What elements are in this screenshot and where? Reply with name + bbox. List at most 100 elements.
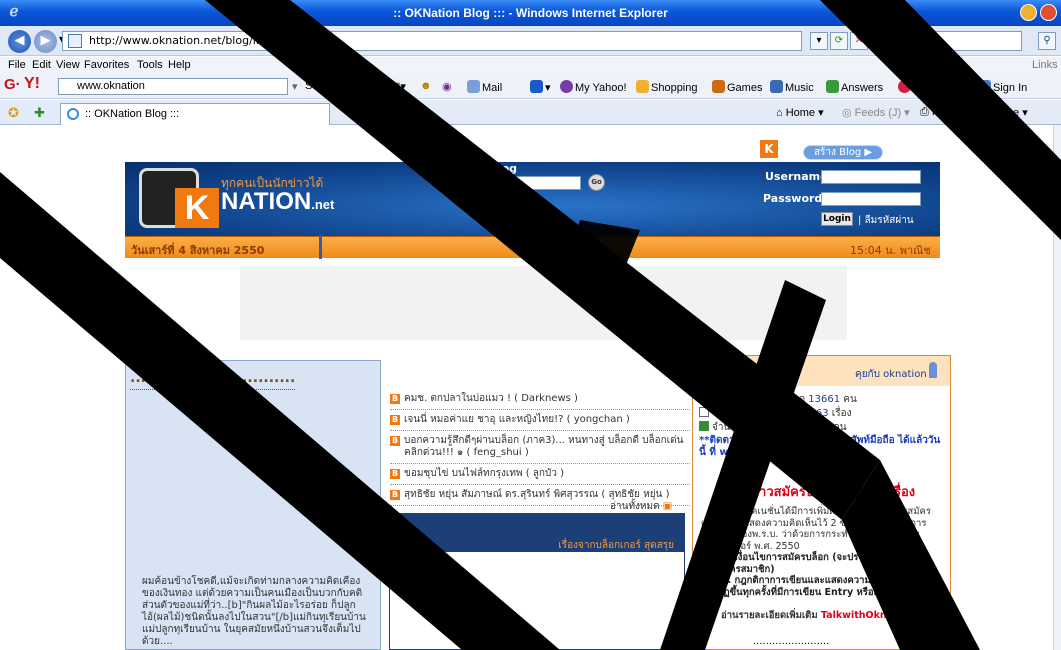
news-title: บอกความรู้สึกดีๆผ่านบล็อก (ภาค3)... หนทา…: [404, 435, 684, 458]
yahoo-search-input[interactable]: www.oknation: [58, 78, 288, 95]
shopping-label: Shopping: [651, 82, 698, 94]
logo-brand-text: NATION: [221, 188, 312, 215]
talkwithoknation-link[interactable]: TalkwithOknation: [821, 610, 914, 621]
list-item[interactable]: B คมช. ตกปลาในบ่อแมว ! ( Darknews ): [390, 393, 690, 410]
list-item[interactable]: B เจนนี่ หมอค่าแย ชาอุ และหญิงไทย!? ( yon…: [390, 414, 690, 431]
dropdown-icon[interactable]: ▾: [292, 80, 298, 93]
my-yahoo-button[interactable]: My Yahoo!: [560, 80, 627, 94]
address-input[interactable]: http://www.oknation.net/blog/index.php: [62, 31, 802, 51]
address-bar-row: ◀ ▶ ▼ http://www.oknation.net/blog/index…: [0, 26, 1061, 56]
search-web-button[interactable]: Search Web: [305, 80, 365, 92]
forgot-password-link[interactable]: | ลืมรหัสผ่าน: [858, 213, 914, 228]
bullet-icon: B: [390, 415, 400, 425]
logo-brand-suffix: .net: [311, 197, 335, 212]
smiley-icon[interactable]: ☻: [420, 80, 432, 92]
heart-icon: [898, 80, 911, 93]
stat-unit: คน: [833, 422, 847, 433]
featured-blog-title[interactable]: .......... เปิดสวน...........: [130, 367, 296, 390]
announcement-intro: โอเคเนชั่นได้มีการเพิ่มเติมกฎกติกาในการส…: [701, 506, 931, 552]
people-icon: [697, 358, 717, 380]
yahoo-logo-icon[interactable]: Y!: [24, 75, 40, 93]
password-input[interactable]: [821, 192, 921, 206]
tab-favicon-icon: [67, 108, 79, 120]
menu-file[interactable]: File: [8, 59, 26, 71]
greeting-box: ทักทาย คุยกับ oknation จำนวนสมาชิกทั้งหม…: [692, 355, 951, 650]
list-item[interactable]: B บอกความรู้สึกดีๆผ่านบล็อก (ภาค3)... หนท…: [390, 435, 690, 464]
more-info-label: อ่านรายละเอียดเพิ่มเติม: [721, 609, 818, 621]
vertical-scrollbar[interactable]: [1053, 125, 1061, 650]
menu-view[interactable]: View: [56, 59, 80, 71]
rule-1: 1. เงื่อนไขการสมัครบล็อก (จะปรากฏอยู่ในข…: [701, 552, 930, 575]
read-all-link[interactable]: อ่านทั้งหมด ▣: [610, 499, 672, 514]
ad-banner[interactable]: [240, 266, 847, 340]
menu-favorites[interactable]: Favorites: [84, 59, 129, 71]
talk-with-oknation-link[interactable]: คุยกับ oknation: [855, 367, 927, 382]
current-time: 15:04 น. พาณิช: [850, 244, 931, 257]
list-item[interactable]: B ขอมชุบไข่ บนไฟล์ทกรุงเทพ ( ลูกบัว ): [390, 468, 690, 485]
plus-button[interactable]: ▾: [530, 80, 551, 94]
music-label: Music: [785, 82, 814, 94]
personals-button[interactable]: Personals: [898, 80, 962, 94]
sign-in-button[interactable]: Sign In: [978, 80, 1027, 94]
window-title: :: OKNation Blog ::: - Windows Internet …: [393, 6, 668, 20]
read-all-icon: ▣: [662, 501, 673, 512]
close-window-button[interactable]: [1040, 4, 1057, 21]
add-favorites-icon[interactable]: ✚: [34, 105, 45, 121]
separator-dots: ........................: [753, 636, 830, 647]
stat-value: 136: [810, 422, 830, 433]
create-blog-button[interactable]: สร้าง Blog ▶: [803, 145, 883, 160]
news-title: เจนนี่ หมอค่าแย ชาอุ และหญิงไทย!? ( yong…: [404, 414, 630, 425]
notes-icon[interactable]: ▤▾: [390, 80, 406, 93]
logo-k-icon: K: [175, 188, 219, 228]
page-label: Page: [993, 107, 1020, 119]
username-input[interactable]: [821, 170, 921, 184]
feeds-button[interactable]: ◎ Feeds (J) ▾: [842, 106, 910, 119]
pencil-icon[interactable]: ✎: [372, 80, 381, 93]
forward-button[interactable]: ▶: [34, 30, 57, 53]
tab-oknation[interactable]: :: OKNation Blog :::: [60, 103, 330, 125]
mail-button[interactable]: Mail: [467, 80, 502, 94]
person-icon: [929, 362, 937, 378]
shopping-button[interactable]: Shopping: [636, 80, 698, 94]
stories-icon: [699, 407, 709, 417]
stat-value: 13661: [808, 394, 841, 405]
home-button[interactable]: ⌂ Home ▾: [776, 106, 824, 119]
shopping-icon: [636, 80, 649, 93]
favorites-star-icon[interactable]: ✪: [8, 105, 19, 121]
answers-button[interactable]: Answers: [826, 80, 883, 94]
search-blog-go-button[interactable]: Go: [588, 174, 605, 191]
print-button[interactable]: ⎙ Print ▾: [920, 106, 962, 119]
date-bar: วันเสาร์ที่ 4 สิงหาคม 2550 15:04 น. พาณิ…: [125, 235, 940, 259]
stat-value: 73363: [796, 408, 829, 419]
menu-help[interactable]: Help: [168, 59, 191, 71]
music-button[interactable]: Music: [770, 80, 814, 94]
search-go-icon[interactable]: ⚲: [1038, 32, 1056, 50]
read-all-label: อ่านทั้งหมด: [610, 501, 660, 512]
menu-tools[interactable]: Tools: [137, 59, 163, 71]
logo-brand[interactable]: NATION.net: [221, 188, 334, 216]
antispy-icon[interactable]: ◉: [442, 80, 452, 93]
yahoo-toolbar: G· Y! www.oknation ▾ Search Web ✎ ▤▾ ☻ ◉…: [0, 74, 1061, 99]
login-button[interactable]: Login: [821, 212, 853, 226]
stat-label: จำนวนสมาชิกทั้งหมด: [712, 394, 806, 405]
home-label: Home: [785, 107, 816, 119]
bullet-icon: B: [390, 469, 400, 479]
page-menu-button[interactable]: ▣ Page ▾: [980, 106, 1028, 119]
news-list: B คมช. ตกปลาในบ่อแมว ! ( Darknews ) B เจนน…: [390, 393, 690, 510]
minimize-button[interactable]: [1020, 4, 1037, 21]
links-label[interactable]: Links: [1032, 59, 1058, 71]
greeting-header: ทักทาย คุยกับ oknation: [693, 356, 950, 386]
search-blog-input[interactable]: [441, 176, 581, 190]
refresh-button[interactable]: ⟳: [830, 32, 848, 50]
back-button[interactable]: ◀: [8, 30, 31, 53]
stat-online: จำนวนสมาชิก online 136 คน: [699, 420, 847, 435]
menu-bar: File Edit View Favorites Tools Help Link…: [0, 57, 1061, 74]
games-button[interactable]: Games: [712, 80, 762, 94]
address-dropdown-button[interactable]: ▾: [810, 32, 828, 50]
address-url: http://www.oknation.net/blog/index.php: [89, 34, 308, 47]
menu-edit[interactable]: Edit: [32, 59, 51, 71]
mobile-follow-link[interactable]: **ติดตาม oknation ผ่านทางโทรศัพท์มือถือ …: [699, 435, 947, 459]
search-input[interactable]: Google: [872, 31, 1022, 51]
stop-button[interactable]: ✕: [850, 32, 868, 50]
yahoo-y-icon[interactable]: G·: [4, 76, 21, 93]
